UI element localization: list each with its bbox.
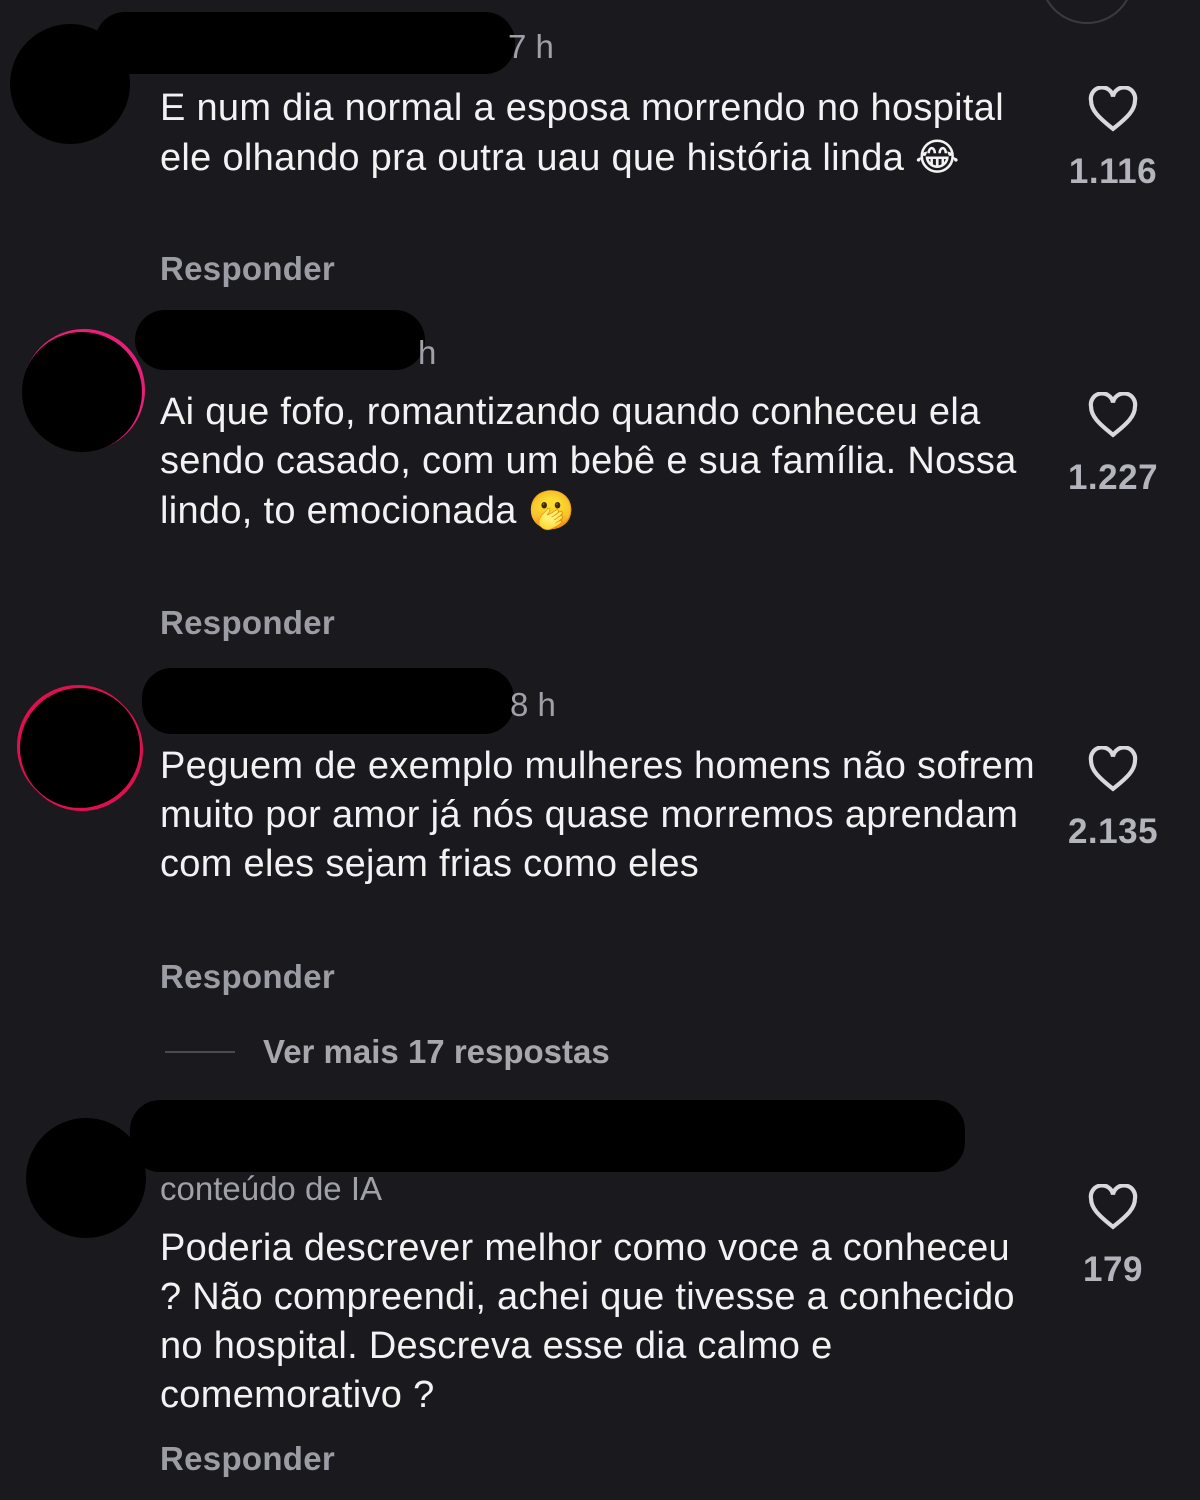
heart-icon — [1088, 392, 1138, 438]
view-more-replies-button[interactable]: Ver mais 17 respostas — [165, 1030, 610, 1074]
avatar[interactable] — [26, 1118, 146, 1238]
comment-time: h — [418, 334, 437, 371]
redacted-username — [142, 668, 514, 734]
avatar[interactable] — [20, 688, 140, 808]
like-count: 1.227 — [1067, 458, 1159, 497]
partial-circle-button[interactable] — [1040, 0, 1134, 24]
comment-text: Peguem de exemplo mulheres homens não so… — [160, 742, 1040, 889]
divider-line — [165, 1051, 235, 1053]
avatar[interactable] — [22, 332, 142, 452]
face-with-hand-over-mouth-emoji: 🫢 — [527, 488, 576, 532]
comment-text: Ai que fofo, romantizando quando conhece… — [160, 388, 1040, 536]
like-button[interactable]: 179 — [1050, 1184, 1176, 1290]
heart-icon — [1088, 86, 1138, 132]
redacted-username — [135, 310, 425, 370]
reply-button[interactable]: Responder — [160, 250, 335, 288]
ai-content-label: conteúdo de IA — [160, 1170, 383, 1207]
comment-text-content: E num dia normal a esposa morrendo no ho… — [160, 87, 1004, 179]
reply-button[interactable]: Responder — [160, 604, 335, 642]
redacted-username — [95, 12, 515, 74]
reply-button[interactable]: Responder — [160, 958, 335, 996]
comment-time: 7 h — [508, 28, 554, 65]
comment-text-content: Poderia descrever melhor como voce a con… — [160, 1227, 1015, 1416]
redacted-username — [130, 1100, 965, 1172]
like-button[interactable]: 1.227 — [1050, 392, 1176, 498]
tears-of-joy-emoji: 😂 — [915, 135, 960, 179]
like-count: 179 — [1083, 1250, 1143, 1289]
comment-text-content: Peguem de exemplo mulheres homens não so… — [160, 745, 1035, 885]
comment-text-content: Ai que fofo, romantizando quando conhece… — [160, 391, 1017, 532]
heart-icon — [1088, 1184, 1138, 1230]
comment-text: Poderia descrever melhor como voce a con… — [160, 1224, 1040, 1420]
comment-text: E num dia normal a esposa morrendo no ho… — [160, 84, 1040, 183]
comments-sheet: 7 h E num dia normal a esposa morrendo n… — [0, 0, 1200, 1500]
like-button[interactable]: 2.135 — [1050, 746, 1176, 852]
like-button[interactable]: 1.116 — [1050, 86, 1176, 192]
view-more-replies-label: Ver mais 17 respostas — [263, 1033, 610, 1070]
heart-icon — [1088, 746, 1138, 792]
comment-time: 8 h — [510, 686, 556, 723]
reply-button[interactable]: Responder — [160, 1440, 335, 1478]
like-count: 2.135 — [1067, 812, 1159, 851]
like-count: 1.116 — [1068, 152, 1158, 191]
